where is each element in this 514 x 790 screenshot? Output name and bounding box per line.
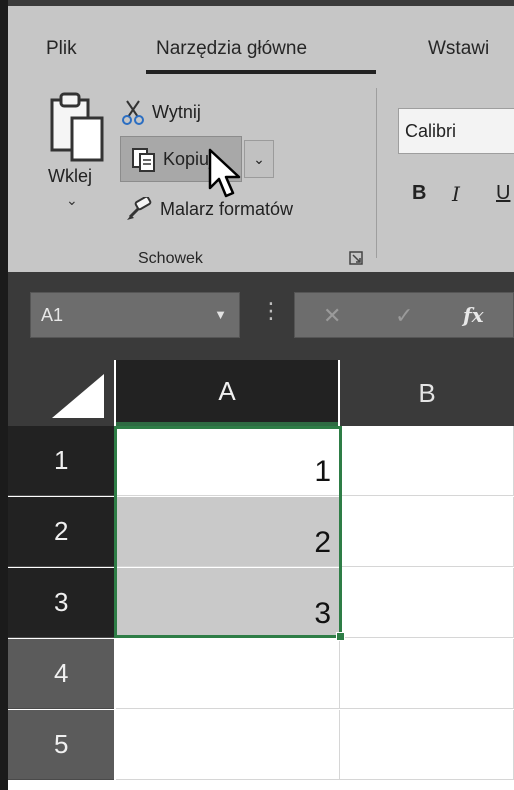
spreadsheet-grid: A B 1 2 3 4 5 1 2 3 xyxy=(8,360,514,790)
chevron-down-icon: ⌄ xyxy=(253,150,265,167)
underline-button[interactable]: U xyxy=(496,182,510,205)
window-edge xyxy=(0,0,8,790)
active-tab-indicator xyxy=(146,70,376,74)
row-header-1[interactable]: 1 xyxy=(8,426,114,496)
insert-function-icon[interactable]: fx xyxy=(463,303,484,327)
cell-a5[interactable] xyxy=(116,710,340,780)
dropdown-arrow-icon[interactable]: ▼ xyxy=(214,307,227,322)
cell-a4[interactable] xyxy=(116,639,340,709)
cell-a2[interactable]: 2 xyxy=(116,497,340,567)
select-all-button[interactable] xyxy=(8,360,114,426)
mouse-cursor-icon xyxy=(208,148,241,198)
row-header-4[interactable]: 4 xyxy=(8,639,114,709)
copy-dropdown-button[interactable]: ⌄ xyxy=(244,140,274,178)
cell-b4[interactable] xyxy=(340,639,514,709)
column-header-b[interactable]: B xyxy=(340,360,514,426)
format-painter-label: Malarz formatów xyxy=(160,198,294,219)
name-box-value: A1 xyxy=(41,305,64,325)
select-all-triangle-icon xyxy=(52,374,104,418)
clipboard-group-label: Schowek xyxy=(138,250,203,267)
font-name-select[interactable]: Calibri xyxy=(398,108,514,154)
group-separator xyxy=(376,88,377,258)
cell-a3[interactable]: 3 xyxy=(116,568,340,638)
paste-button[interactable]: Wklej ⌄ xyxy=(44,90,110,220)
copy-button[interactable]: Kopiuj ⌄ xyxy=(118,134,280,184)
row-header-3[interactable]: 3 xyxy=(8,568,114,638)
column-header-a[interactable]: A xyxy=(116,360,338,426)
formula-controls: ✕ ✓ fx xyxy=(294,292,514,338)
formula-bar: A1 ▼ ⋮ ✕ ✓ fx xyxy=(8,272,514,360)
chevron-down-icon: ⌄ xyxy=(66,192,78,208)
bold-button[interactable]: B xyxy=(412,182,426,205)
clipboard-icon xyxy=(50,92,104,162)
tab-file[interactable]: Plik xyxy=(46,38,77,60)
row-header-2[interactable]: 2 xyxy=(8,497,114,567)
cancel-icon[interactable]: ✕ xyxy=(323,303,341,329)
tab-insert[interactable]: Wstawi xyxy=(428,38,489,60)
excel-window: Plik Narzędzia główne Wstawi Wklej ⌄ Wyt… xyxy=(0,0,514,790)
paste-label: Wklej xyxy=(48,166,92,186)
enter-icon[interactable]: ✓ xyxy=(395,303,413,329)
cell-b2[interactable] xyxy=(340,497,514,567)
cell-a1[interactable]: 1 xyxy=(116,426,340,496)
scissors-icon xyxy=(122,100,144,125)
copy-icon xyxy=(132,148,155,172)
paintbrush-icon xyxy=(127,197,152,220)
name-box[interactable]: A1 ▼ xyxy=(30,292,240,338)
cut-button[interactable]: Wytnij xyxy=(122,98,201,126)
tab-home[interactable]: Narzędzia główne xyxy=(156,38,307,60)
ribbon: Plik Narzędzia główne Wstawi Wklej ⌄ Wyt… xyxy=(8,0,514,272)
cell-b3[interactable] xyxy=(340,568,514,638)
dialog-launcher-icon[interactable] xyxy=(348,250,364,266)
cut-label: Wytnij xyxy=(152,101,201,122)
more-options-icon[interactable]: ⋮ xyxy=(260,298,282,324)
italic-button[interactable]: I xyxy=(452,182,460,206)
cell-b1[interactable] xyxy=(340,426,514,496)
row-header-5[interactable]: 5 xyxy=(8,710,114,780)
fill-handle[interactable] xyxy=(336,632,345,641)
cell-b5[interactable] xyxy=(340,710,514,780)
